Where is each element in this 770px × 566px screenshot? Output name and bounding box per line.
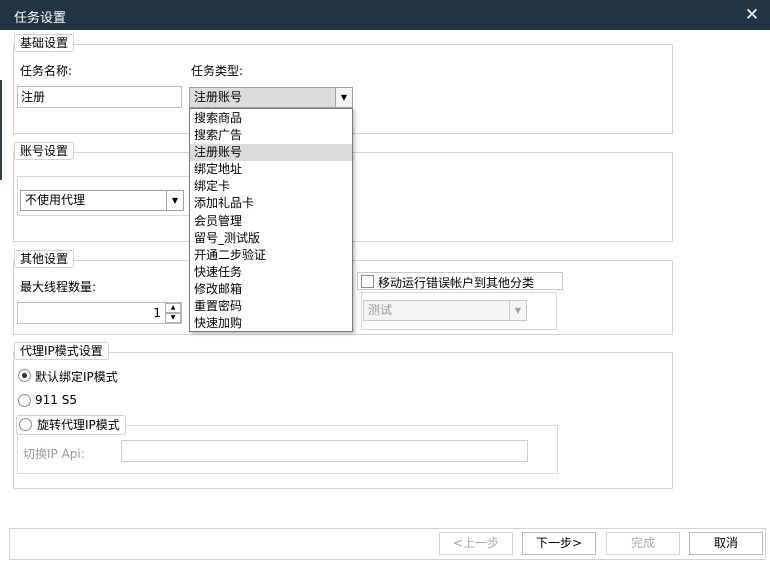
task-name-label: 任务名称:	[20, 64, 73, 78]
max-threads-label: 最大线程数量:	[20, 280, 97, 294]
dropdown-option[interactable]: 添加礼品卡	[190, 195, 352, 212]
proxy-value: 不使用代理	[25, 193, 86, 207]
chevron-down-icon[interactable]: ▼	[335, 88, 352, 107]
mode-911-label: 911 S5	[35, 393, 77, 407]
category-value: 测试	[368, 303, 393, 317]
chevron-down-icon[interactable]: ▼	[166, 191, 183, 210]
other-settings-legend: 其他设置	[14, 250, 75, 268]
task-type-select[interactable]: 注册账号 ▼	[189, 87, 353, 108]
account-settings-legend: 账号设置	[14, 142, 75, 160]
mode-default-radio[interactable]	[18, 369, 31, 382]
prev-button[interactable]: <上一步	[439, 532, 513, 555]
mode-default-label: 默认绑定IP模式	[35, 370, 118, 384]
mode-rotate-radio[interactable]	[19, 418, 32, 431]
dropdown-option[interactable]: 快速加购	[190, 315, 352, 332]
spinner-down-icon[interactable]: ▼	[165, 313, 181, 323]
move-error-label: 移动运行错误帐户到其他分类	[378, 276, 535, 290]
proxy-select[interactable]: 不使用代理 ▼	[20, 190, 184, 211]
dropdown-option[interactable]: 搜索商品	[190, 110, 352, 127]
close-icon[interactable]: ✕	[742, 5, 762, 25]
task-type-value: 注册账号	[194, 90, 243, 104]
dropdown-option[interactable]: 搜索广告	[190, 127, 352, 144]
move-error-checkbox[interactable]	[361, 275, 374, 288]
dropdown-option[interactable]: 绑定卡	[190, 178, 352, 195]
background-window-edge	[0, 80, 2, 180]
dropdown-option[interactable]: 留号_测试版	[190, 230, 352, 247]
switch-api-label: 切换IP Api:	[23, 447, 85, 461]
window-title: 任务设置	[14, 11, 67, 26]
title-bar	[0, 0, 770, 30]
cancel-button[interactable]: 取消	[689, 532, 763, 555]
dropdown-option[interactable]: 绑定地址	[190, 161, 352, 178]
mode-rotate-option[interactable]: 旋转代理IP模式	[16, 415, 126, 435]
dropdown-option[interactable]: 会员管理	[190, 213, 352, 230]
mode-911-radio[interactable]	[18, 394, 31, 407]
basic-settings-legend: 基础设置	[14, 34, 75, 52]
switch-api-input[interactable]	[121, 440, 528, 462]
dropdown-option[interactable]: 注册账号	[190, 144, 352, 162]
mode-rotate-label: 旋转代理IP模式	[37, 418, 120, 432]
task-type-dropdown: 搜索商品 搜索广告 注册账号 绑定地址 绑定卡 添加礼品卡 会员管理 留号_测试版 开通二步验证…	[189, 108, 353, 332]
dropdown-option[interactable]: 开通二步验证	[190, 247, 352, 264]
dropdown-option[interactable]: 快速任务	[190, 264, 352, 281]
finish-button[interactable]: 完成	[606, 532, 680, 555]
category-select[interactable]: 测试 ▼	[363, 300, 527, 321]
chevron-down-icon[interactable]: ▼	[509, 301, 526, 320]
spinner-up-icon[interactable]: ▲	[165, 303, 181, 313]
next-button[interactable]: 下一步>	[522, 532, 596, 555]
proxy-ip-mode-legend: 代理IP模式设置	[14, 342, 109, 360]
dropdown-option[interactable]: 重置密码	[190, 298, 352, 315]
task-type-label: 任务类型:	[191, 64, 244, 78]
task-name-input[interactable]: 注册	[17, 86, 182, 108]
dropdown-option[interactable]: 修改邮箱	[190, 281, 352, 298]
max-threads-input[interactable]: 1	[17, 302, 182, 324]
